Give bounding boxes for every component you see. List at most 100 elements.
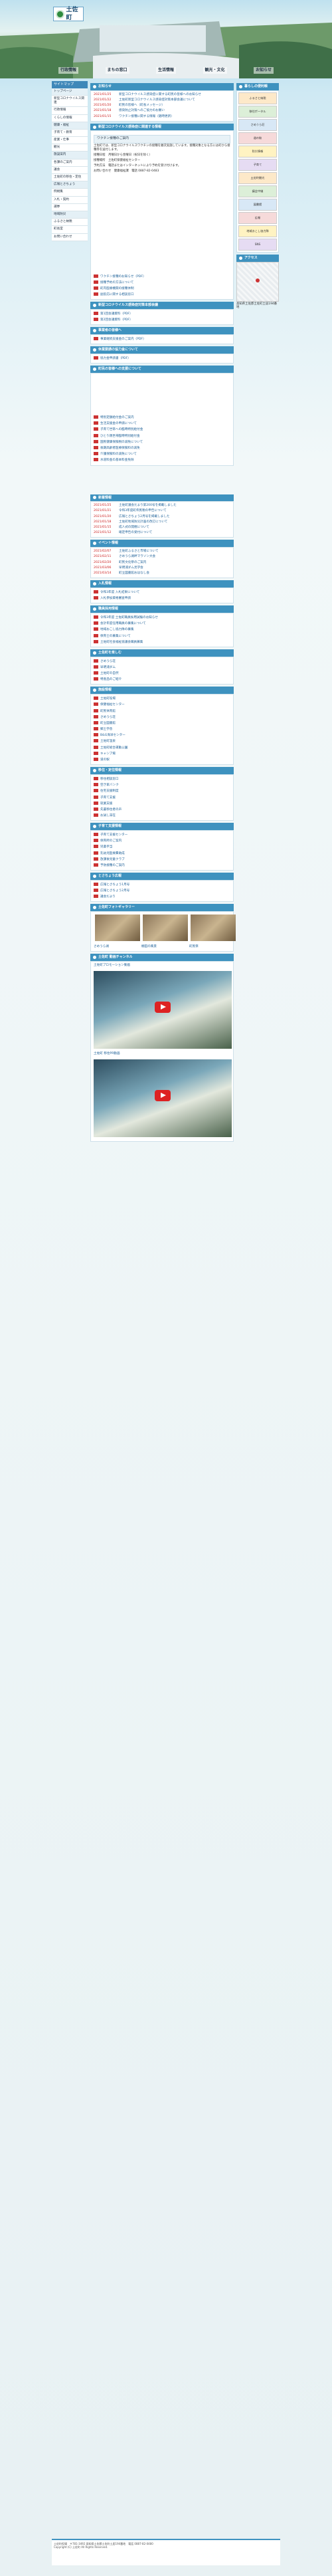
link-label[interactable]: 児童手当 [100,845,112,849]
link-label[interactable]: ワクチン接種のお知らせ（PDF） [100,275,146,278]
link-item[interactable]: 特別定額給付金のご案内 [94,415,230,421]
banner-link[interactable]: 移住ポータル [238,105,277,118]
link-item[interactable]: 移住相談窓口 [94,776,230,782]
link-item[interactable]: 早明浦ダム [94,665,230,671]
link-item[interactable]: 土佐町の自然 [94,671,230,677]
link-item[interactable]: 土佐町役場 [94,696,230,702]
link-label[interactable]: 予防接種のご案内 [100,864,125,867]
link-label[interactable]: 副反応に関する相談窓口 [100,293,134,296]
sidebar-item[interactable]: 新型コロナウイルス関連 [52,95,88,108]
link-label[interactable]: 議会だより [100,895,116,899]
link-item[interactable]: 空き家バンク [94,782,230,788]
sidebar-item[interactable]: 土佐町の移住・定住 [52,174,88,182]
item-title[interactable]: 新型コロナウイルス感染症に関する町民の皆様へのお知らせ [119,93,201,97]
link-label[interactable]: 広報とさちょう2月号 [100,889,129,893]
link-label[interactable]: 町内医療機関の接種体制 [100,287,134,290]
link-item[interactable]: 令和3年度 土佐町職員採用試験のお知らせ [94,615,230,621]
link-item[interactable]: キャンプ場 [94,751,230,757]
banner-link[interactable]: さめうら荘 [238,118,277,131]
link-label[interactable]: 土佐町の自然 [100,672,119,675]
link-item[interactable]: 生活支援金の申請について [94,421,230,427]
link-item[interactable]: 町民体育館 [94,708,230,714]
link-item[interactable]: 保健福祉センター [94,702,230,708]
sidebar-item[interactable]: 施設案内 [52,152,88,160]
link-label[interactable]: 土佐町社会福祉協議会職員募集 [100,641,143,644]
banner-link[interactable]: 議会中継 [238,185,277,197]
sidebar-item[interactable]: ふるさと納税 [52,219,88,227]
link-item[interactable]: 第1回会議資料（PDF） [94,311,230,317]
link-item[interactable]: 就業支援 [94,801,230,807]
link-item[interactable]: さめうら荘 [94,714,230,720]
link-item[interactable]: 保育所のご案内 [94,838,230,844]
link-item[interactable]: 事業継続支援金のご案内（PDF） [94,336,230,342]
list-item[interactable]: 2021/01/22 土佐町新型コロナウイルス感染症対策本部会議について [94,98,230,103]
link-label[interactable]: 放課後児童クラブ [100,858,125,861]
link-item[interactable]: 児童手当 [94,844,230,850]
link-label[interactable]: 先輩移住者の声 [100,808,122,811]
link-label[interactable]: さめうら荘 [100,660,116,663]
nav-item[interactable]: 行政情報 [58,66,79,74]
link-item[interactable]: B&G海洋センター [94,732,230,738]
item-title[interactable]: 町民文化祭のご案内 [119,561,146,565]
link-label[interactable]: 早明浦ダム [100,666,116,669]
item-title[interactable]: 令和3年度町県民税の申告について [119,509,167,513]
link-label[interactable]: 後期高齢者医療保険料の減免 [100,447,140,450]
link-label[interactable]: 子育て支援センター [100,833,127,837]
link-item[interactable]: 予防接種のご案内 [94,863,230,869]
link-item[interactable]: さめうら荘 [94,659,230,665]
link-item[interactable]: 接種予約の方法について [94,280,230,286]
link-label[interactable]: 保健福祉センター [100,703,125,706]
link-item[interactable]: ワクチン接種のお知らせ（PDF） [94,274,230,280]
sidebar-item[interactable]: 地域防災 [52,211,88,219]
sidebar-item[interactable]: 例規集 [52,189,88,197]
link-label[interactable]: 保育所のご案内 [100,839,122,843]
list-item[interactable]: 2021/02/07 土佐町ふるさと市場について [94,549,230,554]
link-item[interactable]: 入札参加資格審査申請 [94,595,230,601]
link-item[interactable]: 水道料金の基本料金免除 [94,457,230,463]
link-label[interactable]: お試し滞在 [100,814,116,817]
link-label[interactable]: 子育て世帯への臨時特別給付金 [100,428,143,431]
access-map[interactable] [236,261,279,302]
link-item[interactable]: 広報とさちょう1月号 [94,882,230,888]
banner-link[interactable]: 広報 [238,211,277,224]
link-item[interactable]: 乳幼児医療費助成 [94,851,230,857]
list-item[interactable]: 2021/03/06 早明浦ダム見学会 [94,566,230,571]
item-title[interactable]: 成人式の開催について [119,526,149,530]
nav-item[interactable]: お知らせ [254,66,274,74]
link-item[interactable]: 後期高齢者医療保険料の減免 [94,445,230,451]
banner-link[interactable]: SNS [238,238,277,251]
link-item[interactable]: 土佐町総合運動公園 [94,745,230,751]
link-label[interactable]: 接種予約の方法について [100,281,133,284]
list-item[interactable]: 2021/01/20 町民の皆様へ（町長メッセージ） [94,103,230,108]
link-label[interactable]: 生活支援金の申請について [100,422,137,425]
link-item[interactable]: 放課後児童クラブ [94,857,230,863]
link-label[interactable]: 広報とさちょう1月号 [100,883,129,887]
list-item[interactable]: 2021/01/15 ワクチン接種に関する情報（随時更新） [94,114,230,120]
link-label[interactable]: 事業継続支援金のご案内（PDF） [100,338,146,341]
link-label[interactable]: 特産品のご紹介 [100,678,122,681]
link-label[interactable]: 協力金申請書（PDF） [100,357,131,360]
link-item[interactable]: 子育て支援 [94,795,230,801]
link-item[interactable]: 土佐町社会福祉協議会職員募集 [94,639,230,645]
link-label[interactable]: 町民体育館 [100,710,116,713]
photo-card[interactable]: 棚田の風景 [141,913,189,950]
list-item[interactable]: 2021/01/12 確定申告の受付について [94,530,230,536]
link-item[interactable]: 町内医療機関の接種体制 [94,286,230,292]
link-item[interactable]: お試し滞在 [94,813,230,819]
link-label[interactable]: ひとり親世帯臨時特別給付金 [100,435,140,438]
link-label[interactable]: 移住相談窓口 [100,778,119,781]
link-item[interactable]: 議会だより [94,894,230,900]
link-item[interactable]: 広報とさちょう2月号 [94,888,230,894]
link-item[interactable]: 子育て支援センター [94,832,230,838]
link-label[interactable]: 乳幼児医療費助成 [100,852,125,855]
link-label[interactable]: 道の駅 [100,758,110,762]
link-label[interactable]: 入札参加資格審査申請 [100,597,131,600]
link-item[interactable]: 郷土学舎 [94,726,230,732]
nav-item[interactable]: 生活情報 [156,66,177,74]
link-item[interactable]: ひとり親世帯臨時特別給付金 [94,433,230,439]
item-title[interactable]: 早明浦ダム見学会 [119,566,143,570]
link-label[interactable]: 空き家バンク [100,784,119,787]
link-item[interactable]: 子育て世帯への臨時特別給付金 [94,427,230,433]
sidebar-item[interactable]: 子育て・教育 [52,129,88,138]
item-title[interactable]: ワクチン接種に関する情報（随時更新） [119,115,174,119]
